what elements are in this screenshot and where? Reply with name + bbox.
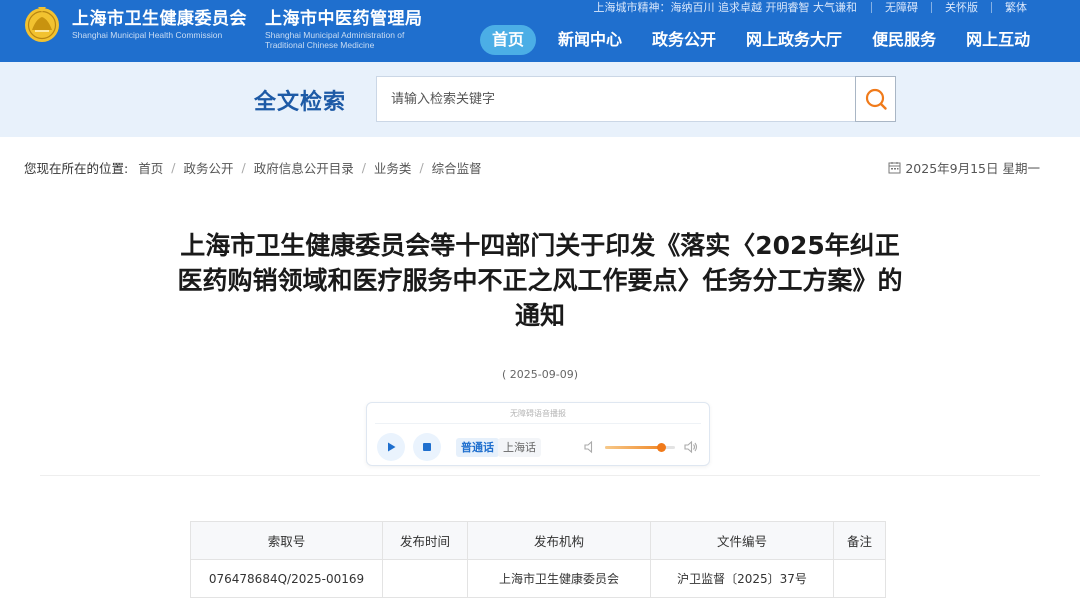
- site-header: 上海市卫生健康委员会 Shanghai Municipal Health Com…: [0, 0, 1080, 62]
- search-input[interactable]: [376, 76, 856, 122]
- nav-news-center[interactable]: 新闻中心: [550, 25, 630, 55]
- header-remarks: 备注: [833, 521, 886, 560]
- nav-home[interactable]: 首页: [480, 25, 537, 55]
- table-row: 076478684Q/2025-00169 上海市卫生健康委员会 沪卫监督〔20…: [190, 559, 886, 598]
- current-date: 2025年9月15日 星期一: [888, 158, 1040, 177]
- volume-slider[interactable]: [605, 443, 675, 452]
- main-nav: 首页 新闻中心 政务公开 网上政务大厅 便民服务 网上互动: [480, 25, 1052, 55]
- org2-english-line1: Shanghai Municipal Administration of: [265, 30, 405, 40]
- volume-slider-handle[interactable]: [657, 443, 666, 452]
- search-band: 全文检索: [0, 62, 1080, 137]
- breadcrumb-home[interactable]: 首页: [138, 158, 163, 177]
- traditional-chinese-link[interactable]: 繁体: [991, 1, 1040, 13]
- breadcrumb-government-affairs[interactable]: 政务公开: [183, 158, 233, 177]
- volume-slider-fill: [605, 446, 661, 449]
- stop-button[interactable]: [413, 433, 441, 461]
- calendar-icon: [888, 162, 901, 174]
- content-divider: [40, 475, 1040, 476]
- org1-english-name: Shanghai Municipal Health Commission: [72, 30, 223, 40]
- breadcrumb-separator: /: [361, 160, 366, 175]
- org-name-tcm-administration[interactable]: 上海市中医药管理局 Shanghai Municipal Administrat…: [265, 4, 423, 50]
- play-icon: [388, 442, 396, 452]
- shanghai-emblem-logo[interactable]: [22, 4, 62, 44]
- article-title-line: 上海市卫生健康委员会等十四部门关于印发《落实〈2025年纠正: [180, 231, 900, 260]
- top-utility-links: 上海城市精神：海纳百川 追求卓越 开明睿智 大气谦和 无障碍 关怀版 繁体: [594, 0, 1041, 14]
- search-title: 全文检索: [254, 90, 347, 115]
- breadcrumb-separator: /: [171, 160, 176, 175]
- table-header-row: 索取号 发布时间 发布机构 文件编号 备注: [190, 521, 886, 560]
- search-button[interactable]: [855, 76, 896, 122]
- cell-index-number: 076478684Q/2025-00169: [190, 559, 383, 598]
- article-title-line: 通知: [514, 301, 565, 330]
- header-document-number: 文件编号: [650, 521, 834, 560]
- cell-publish-time: [382, 559, 468, 598]
- article-title: 上海市卫生健康委员会等十四部门关于印发《落实〈2025年纠正 医药购销领域和医疗…: [130, 228, 950, 333]
- current-date-text: 2025年9月15日 星期一: [905, 161, 1040, 176]
- cell-publishing-agency: 上海市卫生健康委员会: [467, 559, 651, 598]
- breadcrumb-label: 您现在所在的位置:: [24, 161, 129, 176]
- breadcrumb-separator: /: [241, 160, 246, 175]
- city-spirit-text: 上海城市精神：海纳百川 追求卓越 开明睿智 大气谦和: [593, 1, 858, 14]
- stop-icon: [423, 443, 431, 451]
- header-index-number: 索取号: [190, 521, 383, 560]
- play-button[interactable]: [377, 433, 405, 461]
- nav-government-affairs[interactable]: 政务公开: [644, 25, 724, 55]
- org2-chinese-name: 上海市中医药管理局: [265, 9, 423, 29]
- org-name-health-commission[interactable]: 上海市卫生健康委员会 Shanghai Municipal Health Com…: [72, 4, 247, 40]
- search-icon: [865, 88, 887, 110]
- nav-online-service-hall[interactable]: 网上政务大厅: [738, 25, 850, 55]
- publish-date: ( 2025-09-09): [501, 368, 578, 381]
- shanghainese-button[interactable]: 上海话: [498, 438, 541, 457]
- volume-low-icon[interactable]: [583, 440, 597, 454]
- nav-public-services[interactable]: 便民服务: [864, 25, 944, 55]
- elderly-care-mode-link[interactable]: 关怀版: [931, 1, 991, 13]
- breadcrumb-comprehensive-supervision[interactable]: 综合监督: [432, 158, 482, 177]
- nav-online-interaction[interactable]: 网上互动: [958, 25, 1038, 55]
- document-info-table: 索取号 发布时间 发布机构 文件编号 备注 076478684Q/2025-00…: [190, 521, 886, 598]
- header-publish-time: 发布时间: [382, 521, 468, 560]
- player-divider: [375, 423, 701, 424]
- breadcrumb-business-category[interactable]: 业务类: [374, 158, 412, 177]
- mandarin-button[interactable]: 普通话: [456, 438, 499, 457]
- cell-document-number: 沪卫监督〔2025〕37号: [650, 559, 834, 598]
- voice-broadcast-player: 无障碍语音播报 普通话 上海话: [366, 402, 710, 466]
- header-publishing-agency: 发布机构: [467, 521, 651, 560]
- org2-english-line2: Traditional Chinese Medicine: [265, 40, 375, 50]
- breadcrumb: 您现在所在的位置: 首页 / 政务公开 / 政府信息公开目录 / 业务类 / 综…: [24, 158, 482, 177]
- player-caption: 无障碍语音播报: [510, 409, 566, 418]
- accessibility-link[interactable]: 无障碍: [871, 1, 931, 13]
- cell-remarks: [833, 559, 886, 598]
- breadcrumb-info-disclosure-catalog[interactable]: 政府信息公开目录: [254, 158, 354, 177]
- org2-english-name: Shanghai Municipal Administration of Tra…: [265, 30, 423, 50]
- article-title-line: 医药购销领域和医疗服务中不正之风工作要点〉任务分工方案》的: [177, 266, 903, 295]
- org1-chinese-name: 上海市卫生健康委员会: [72, 9, 247, 29]
- volume-high-icon[interactable]: [683, 440, 699, 454]
- breadcrumb-separator: /: [419, 160, 424, 175]
